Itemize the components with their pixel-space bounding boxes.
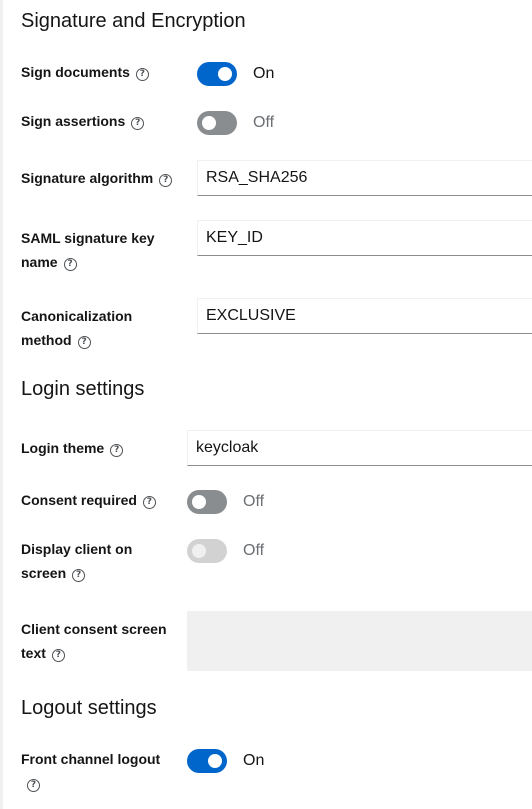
left-border bbox=[0, 0, 3, 809]
display-client-state: Off bbox=[243, 542, 265, 559]
help-icon[interactable]: ? bbox=[110, 444, 124, 457]
consent-required-label: Consent required? bbox=[21, 488, 181, 512]
help-icon[interactable]: ? bbox=[135, 68, 149, 81]
help-icon[interactable]: ? bbox=[27, 779, 40, 792]
display-client-label: Display client on screen? bbox=[21, 541, 133, 582]
section-heading-login: Login settings bbox=[21, 378, 145, 400]
saml-key-name-select[interactable]: KEY_ID bbox=[197, 220, 532, 256]
front-channel-label: Front channel logout? bbox=[21, 751, 161, 792]
toggle-knob bbox=[208, 754, 222, 768]
signature-algorithm-label: Signature algorithm? bbox=[21, 166, 181, 190]
consent-text-label: Client consent screen text? bbox=[21, 621, 167, 662]
front-channel-state: On bbox=[243, 752, 265, 769]
help-icon[interactable]: ? bbox=[51, 649, 65, 662]
help-icon[interactable]: ? bbox=[72, 569, 86, 582]
signature-algorithm-select[interactable]: RSA_SHA256 bbox=[197, 160, 532, 196]
display-client-toggle bbox=[187, 539, 227, 563]
toggle-knob bbox=[192, 544, 206, 558]
sign-documents-toggle[interactable] bbox=[197, 62, 237, 86]
canonicalization-select[interactable]: EXCLUSIVE bbox=[197, 298, 532, 334]
help-icon[interactable]: ? bbox=[63, 258, 77, 271]
canonicalization-label: Canonicalization method? bbox=[21, 308, 133, 349]
toggle-knob bbox=[202, 116, 216, 130]
help-icon[interactable]: ? bbox=[159, 174, 173, 187]
sign-assertions-label: Sign assertions? bbox=[21, 109, 181, 133]
toggle-knob bbox=[218, 67, 232, 81]
sign-documents-label: Sign documents? bbox=[21, 60, 181, 84]
saml-key-name-label: SAML signature key name? bbox=[21, 230, 155, 271]
section-heading-logout: Logout settings bbox=[21, 697, 157, 719]
login-theme-select[interactable]: keycloak bbox=[187, 430, 532, 466]
sign-assertions-state: Off bbox=[253, 114, 275, 131]
front-channel-toggle[interactable] bbox=[187, 749, 227, 773]
sign-assertions-toggle[interactable] bbox=[197, 111, 237, 135]
consent-required-toggle[interactable] bbox=[187, 490, 227, 514]
login-theme-label: Login theme? bbox=[21, 436, 181, 460]
consent-required-state: Off bbox=[243, 493, 265, 510]
help-icon[interactable]: ? bbox=[131, 117, 145, 130]
help-icon[interactable]: ? bbox=[142, 496, 156, 509]
section-heading-signature: Signature and Encryption bbox=[21, 10, 246, 32]
help-icon[interactable]: ? bbox=[77, 336, 91, 349]
toggle-knob bbox=[192, 495, 206, 509]
sign-documents-state: On bbox=[253, 65, 275, 82]
consent-text-textarea bbox=[187, 611, 532, 671]
